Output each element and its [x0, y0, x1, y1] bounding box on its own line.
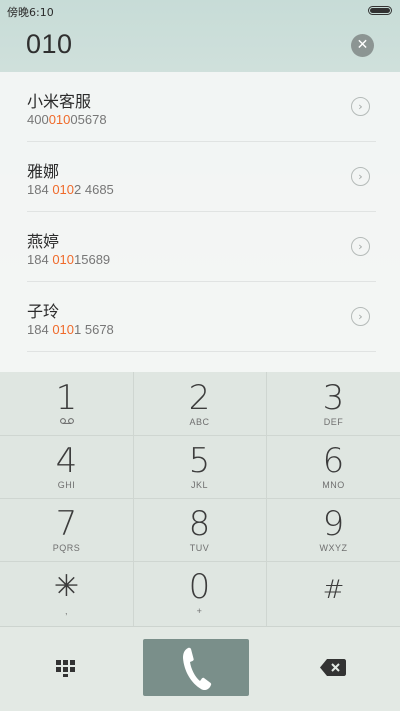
key-letters: ABC [189, 417, 210, 427]
key-digit: 3 [322, 378, 345, 418]
bottom-bar [0, 626, 400, 711]
divider [27, 351, 376, 352]
key-letters: + [196, 606, 203, 616]
backspace-icon[interactable] [320, 659, 346, 680]
contact-number: 184 0102 4685 [27, 182, 114, 197]
key-digit: 0 [188, 567, 211, 607]
chevron-right-icon[interactable]: › [351, 167, 370, 186]
dialer-header: 010 ✕ [0, 22, 400, 70]
contact-name: 子玲 [27, 302, 60, 321]
key-letters: PQRS [52, 543, 81, 553]
contact-name: 雅娜 [27, 162, 60, 181]
key-8[interactable]: 8 TUV [133, 498, 266, 561]
key-letters: , [64, 606, 68, 616]
contact-number: 40001005678 [27, 112, 107, 127]
contact-number: 184 01015689 [27, 252, 111, 267]
keypad-icon[interactable] [56, 657, 76, 677]
divider [0, 561, 400, 562]
key-3[interactable]: 3 DEF [267, 372, 400, 435]
list-item[interactable]: 小米客服 40001005678 › [0, 72, 400, 142]
list-item[interactable]: 雅娜 184 0102 4685 › [0, 142, 400, 212]
key-hash[interactable]: # [267, 561, 400, 624]
contact-name: 小米客服 [27, 92, 92, 111]
key-letters: MNO [322, 480, 345, 490]
key-4[interactable]: 4 GHI [0, 435, 133, 498]
divider [266, 372, 267, 626]
key-digit: ✳ [53, 569, 80, 604]
divider [133, 372, 134, 626]
status-time: 傍晚6:10 [7, 6, 54, 19]
status-bar: 傍晚6:10 [0, 0, 400, 22]
key-letters: GHI [57, 480, 76, 490]
key-2[interactable]: 2 ABC [133, 372, 266, 435]
search-results: 小米客服 40001005678 › 雅娜 184 0102 4685 › 燕婷… [0, 72, 400, 372]
key-9[interactable]: 9 WXYZ [267, 498, 400, 561]
key-digit: 5 [188, 441, 211, 481]
key-letters: TUV [189, 543, 210, 553]
chevron-right-icon[interactable]: › [351, 307, 370, 326]
key-digit: 2 [188, 378, 211, 418]
dialed-number[interactable]: 010 [26, 29, 73, 60]
key-digit: 9 [322, 504, 345, 544]
key-digit: # [322, 575, 345, 605]
key-star[interactable]: ✳ , [0, 561, 133, 624]
list-item[interactable]: 子玲 184 0101 5678 › [0, 282, 400, 352]
chevron-right-icon[interactable]: › [351, 237, 370, 256]
key-7[interactable]: 7 PQRS [0, 498, 133, 561]
key-digit: 6 [322, 441, 345, 481]
key-letters: JKL [190, 480, 208, 490]
key-6[interactable]: 6 MNO [267, 435, 400, 498]
key-5[interactable]: 5 JKL [133, 435, 266, 498]
key-digit: 1 [55, 378, 78, 418]
list-item[interactable]: 燕婷 184 01015689 › [0, 212, 400, 282]
divider [0, 435, 400, 436]
key-1[interactable]: 1 [0, 372, 133, 435]
dial-pad: 1 2 ABC 3 DEF 4 GHI 5 JKL 6 MNO 7 PQRS 8… [0, 372, 400, 626]
key-digit: 4 [55, 441, 78, 481]
key-letters: DEF [323, 417, 344, 427]
key-digit: 8 [188, 504, 211, 544]
contact-number: 184 0101 5678 [27, 322, 114, 337]
battery-icon [368, 6, 392, 15]
call-button[interactable] [143, 639, 249, 696]
chevron-right-icon[interactable]: › [351, 97, 370, 116]
clear-icon[interactable]: ✕ [351, 34, 374, 57]
key-letters: WXYZ [319, 543, 348, 553]
divider [0, 498, 400, 499]
contact-name: 燕婷 [27, 232, 60, 251]
phone-icon [183, 647, 212, 691]
key-digit: 7 [55, 504, 78, 544]
key-0[interactable]: 0 + [133, 561, 266, 624]
voicemail-icon [0, 417, 133, 427]
